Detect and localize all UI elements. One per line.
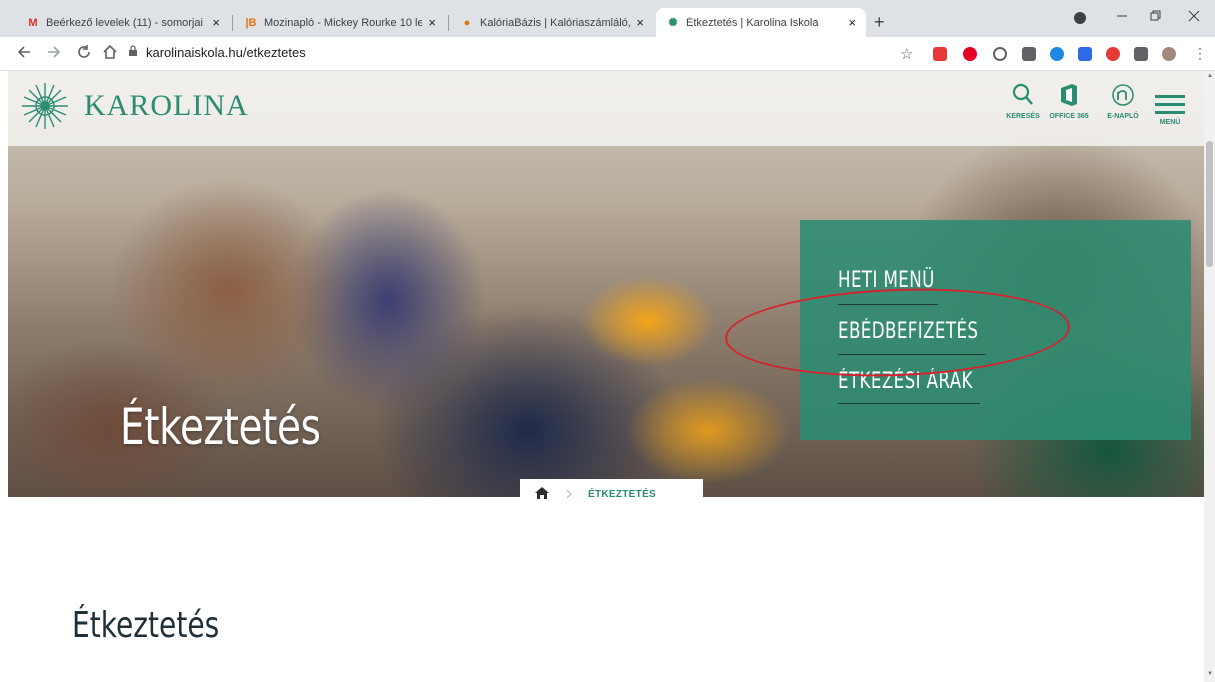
window-close-icon[interactable] bbox=[1188, 9, 1200, 25]
extensions-puzzle-icon[interactable] bbox=[1134, 47, 1148, 61]
breadcrumb: ÉTKEZTETÉS bbox=[520, 479, 703, 510]
gmail-icon: M bbox=[28, 16, 38, 29]
hero-title: Étkeztetés bbox=[120, 398, 321, 456]
tab-title: Étkeztetés | Karolina Iskola bbox=[686, 16, 819, 29]
site-header: KAROLINA KERESÉS OFFICE 365 E-NAPLÓ MENÜ bbox=[8, 71, 1204, 146]
bookmark-star-icon[interactable]: ☆ bbox=[900, 45, 913, 63]
hamburger-line bbox=[1155, 103, 1185, 106]
back-icon[interactable] bbox=[16, 44, 32, 65]
new-tab-button[interactable]: + bbox=[874, 12, 885, 33]
scrollbar[interactable]: ▲ ▼ bbox=[1204, 71, 1215, 682]
submenu-underline bbox=[838, 403, 980, 404]
browser-toolbar: karolinaiskola.hu/etkeztetes ☆ ⋮ bbox=[0, 37, 1215, 71]
reload-icon[interactable] bbox=[76, 44, 92, 65]
address-bar[interactable]: karolinaiskola.hu/etkeztetes bbox=[146, 45, 306, 60]
karolina-logo-icon[interactable] bbox=[20, 81, 70, 131]
extension-icon-3[interactable] bbox=[993, 47, 1007, 61]
tab-title: Beérkező levelek (11) - somorjai bbox=[46, 16, 203, 29]
menu-label: MENÜ bbox=[1159, 119, 1181, 126]
kebab-menu-icon[interactable]: ⋮ bbox=[1193, 45, 1207, 62]
tab-kaloriabazis[interactable]: ● KalóriaBázis | Kalóriaszámláló, Ka × bbox=[450, 8, 654, 37]
adblock-icon[interactable] bbox=[1106, 47, 1120, 61]
search-label: KERESÉS bbox=[1006, 113, 1040, 120]
cloud-icon[interactable] bbox=[1050, 47, 1064, 61]
enaplo-icon bbox=[1099, 83, 1147, 113]
enaplo-label: E-NAPLÓ bbox=[1107, 113, 1139, 120]
close-icon[interactable]: × bbox=[848, 15, 856, 30]
office-365-button[interactable]: OFFICE 365 bbox=[1045, 83, 1093, 120]
chevron-right-icon bbox=[566, 488, 572, 502]
forward-icon[interactable] bbox=[46, 44, 62, 65]
hamburger-line bbox=[1155, 95, 1185, 98]
home-icon[interactable] bbox=[102, 44, 118, 65]
tab-separator bbox=[232, 15, 233, 31]
office-icon bbox=[1045, 83, 1093, 113]
extension-icon-1[interactable] bbox=[933, 47, 947, 61]
tab-title: Mozinapló - Mickey Rourke 10 le bbox=[264, 16, 423, 29]
tab-mozinaplo[interactable]: |B Mozinapló - Mickey Rourke 10 le × bbox=[234, 8, 446, 37]
scroll-down-icon[interactable]: ▼ bbox=[1207, 671, 1213, 677]
profile-icon[interactable] bbox=[1074, 11, 1086, 27]
scroll-up-icon[interactable]: ▲ bbox=[1207, 73, 1213, 79]
home-icon[interactable] bbox=[534, 486, 550, 503]
breadcrumb-current: ÉTKEZTETÉS bbox=[588, 489, 657, 500]
search-icon bbox=[999, 83, 1047, 113]
scrollbar-thumb[interactable] bbox=[1206, 141, 1213, 267]
close-icon[interactable]: × bbox=[428, 15, 436, 30]
close-icon[interactable]: × bbox=[212, 15, 220, 30]
zoom-icon[interactable] bbox=[1078, 47, 1092, 61]
tab-title: KalóriaBázis | Kalóriaszámláló, Ka bbox=[480, 16, 631, 29]
e-naplo-button[interactable]: E-NAPLÓ bbox=[1099, 83, 1147, 120]
lock-icon[interactable] bbox=[128, 45, 138, 60]
search-button[interactable]: KERESÉS bbox=[999, 83, 1047, 120]
menu-button[interactable]: MENÜ bbox=[1155, 95, 1185, 126]
hamburger-line bbox=[1155, 111, 1185, 114]
page-title: Étkeztetés bbox=[72, 605, 220, 646]
minimize-icon[interactable] bbox=[1116, 9, 1128, 25]
karolina-icon: ✺ bbox=[668, 17, 678, 29]
tab-gmail[interactable]: M Beérkező levelek (11) - somorjai × bbox=[16, 8, 230, 37]
restore-icon[interactable] bbox=[1150, 9, 1162, 25]
pinterest-icon[interactable] bbox=[963, 47, 977, 61]
site-logo-text[interactable]: KAROLINA bbox=[84, 89, 249, 123]
avatar[interactable] bbox=[1162, 47, 1176, 61]
extension-icon-4[interactable] bbox=[1022, 47, 1036, 61]
tab-strip: M Beérkező levelek (11) - somorjai × |B … bbox=[0, 0, 1215, 37]
office-label: OFFICE 365 bbox=[1049, 113, 1089, 120]
tab-separator bbox=[448, 15, 449, 31]
kaloriabazis-icon: ● bbox=[463, 16, 471, 29]
mozinaplo-icon: |B bbox=[245, 16, 257, 29]
close-icon[interactable]: × bbox=[636, 15, 644, 30]
tab-karolina[interactable]: ✺ Étkeztetés | Karolina Iskola × bbox=[656, 8, 866, 37]
